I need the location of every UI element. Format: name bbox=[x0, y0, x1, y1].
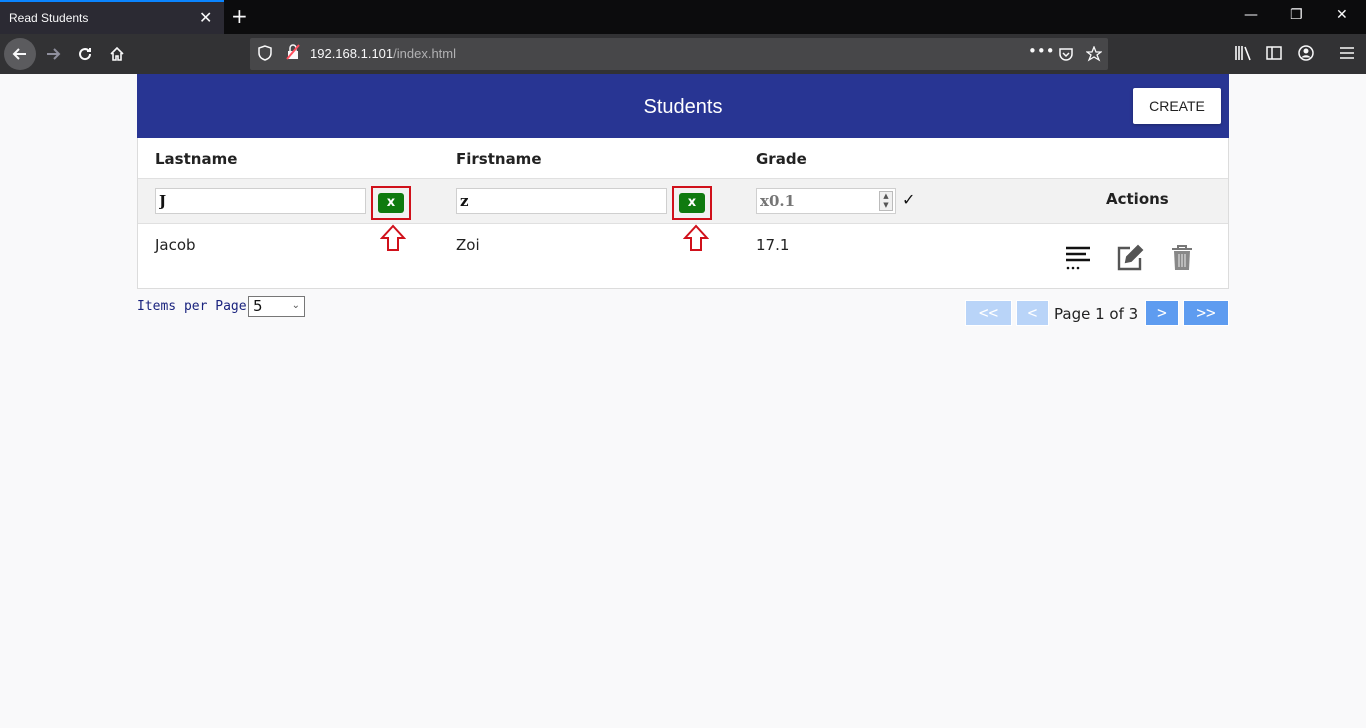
home-icon bbox=[110, 46, 124, 61]
bookmark-star-icon[interactable] bbox=[1086, 46, 1102, 62]
browser-tab[interactable]: Read Students ✕ bbox=[0, 0, 224, 34]
arrow-left-icon bbox=[12, 48, 26, 60]
cell-firstname: Zoi bbox=[456, 236, 480, 254]
column-header-grade[interactable]: Grade bbox=[756, 150, 807, 168]
column-header-lastname[interactable]: Lastname bbox=[155, 150, 237, 168]
delete-icon[interactable] bbox=[1170, 244, 1194, 272]
minimize-button[interactable]: — bbox=[1244, 7, 1258, 23]
restore-button[interactable]: ❐ bbox=[1290, 7, 1303, 23]
page-title: Students bbox=[643, 96, 723, 118]
sidebar-icon[interactable] bbox=[1266, 45, 1282, 61]
edit-icon[interactable] bbox=[1116, 244, 1144, 272]
browser-nav-bar: 192.168.1.101/index.html ••• bbox=[0, 34, 1366, 74]
browser-tab-bar: Read Students ✕ + — ❐ ✕ bbox=[0, 0, 1366, 34]
arrow-up-icon bbox=[683, 224, 709, 251]
reload-button[interactable] bbox=[69, 38, 101, 70]
pocket-icon[interactable] bbox=[1058, 46, 1074, 62]
highlight-box: x bbox=[672, 186, 712, 220]
grade-spinner[interactable]: ▲ ▼ bbox=[879, 191, 893, 211]
cell-lastname: Jacob bbox=[155, 236, 196, 254]
arrow-right-icon bbox=[47, 48, 61, 60]
close-window-button[interactable]: ✕ bbox=[1336, 7, 1348, 23]
next-page-button[interactable]: > bbox=[1145, 300, 1179, 326]
students-app: Students CREATE Lastname Firstname Grade… bbox=[137, 74, 1229, 334]
create-button[interactable]: CREATE bbox=[1133, 88, 1221, 124]
cell-grade: 17.1 bbox=[756, 236, 790, 254]
url-host: 192.168.1.101 bbox=[310, 46, 394, 61]
account-icon[interactable] bbox=[1298, 45, 1314, 61]
tab-title: Read Students bbox=[9, 11, 89, 25]
column-header-actions: Actions bbox=[1106, 190, 1169, 208]
filter-row: x x ▲▼ ✓ Actions bbox=[138, 178, 1228, 224]
more-actions-icon[interactable]: ••• bbox=[1028, 42, 1055, 60]
table-header: Lastname Firstname Grade bbox=[138, 138, 1228, 178]
chevron-down-icon: ⌄ bbox=[291, 300, 300, 311]
table-footer: Items per Page: 5 ⌄ << < Page 1 of 3 > >… bbox=[137, 294, 1229, 334]
back-button[interactable] bbox=[4, 38, 36, 70]
forward-button[interactable] bbox=[37, 38, 69, 70]
items-per-page-value: 5 bbox=[253, 297, 263, 315]
url-path: /index.html bbox=[393, 46, 457, 61]
reload-icon bbox=[79, 48, 92, 61]
url-bar[interactable]: 192.168.1.101/index.html ••• bbox=[250, 38, 1108, 70]
last-page-button[interactable]: >> bbox=[1183, 300, 1229, 326]
grade-filter-input[interactable] bbox=[756, 188, 896, 214]
shield-icon[interactable] bbox=[258, 45, 272, 61]
apply-grade-filter-button[interactable]: ✓ bbox=[902, 190, 915, 209]
app-header: Students CREATE bbox=[137, 74, 1229, 138]
items-per-page-label: Items per Page: bbox=[137, 299, 255, 314]
firstname-filter-input[interactable] bbox=[456, 188, 667, 214]
students-table: Lastname Firstname Grade x x ▲▼ ✓ Action… bbox=[137, 138, 1229, 289]
new-tab-button[interactable]: + bbox=[231, 4, 248, 28]
first-page-button[interactable]: << bbox=[965, 300, 1012, 326]
clear-firstname-button[interactable]: x bbox=[679, 193, 705, 213]
lastname-filter-input[interactable] bbox=[155, 188, 366, 214]
library-icon[interactable] bbox=[1234, 45, 1252, 61]
prev-page-button[interactable]: < bbox=[1016, 300, 1049, 326]
table-row: Jacob Zoi 17.1 bbox=[138, 224, 1228, 288]
highlight-box: x bbox=[371, 186, 411, 220]
items-per-page-select[interactable]: 5 ⌄ bbox=[248, 296, 305, 317]
column-header-firstname[interactable]: Firstname bbox=[456, 150, 542, 168]
url-text[interactable]: 192.168.1.101/index.html bbox=[310, 46, 456, 61]
menu-icon[interactable] bbox=[1339, 45, 1355, 61]
clear-lastname-button[interactable]: x bbox=[378, 193, 404, 213]
tab-close-icon[interactable]: ✕ bbox=[199, 8, 212, 27]
details-icon[interactable] bbox=[1064, 244, 1092, 272]
insecure-lock-icon[interactable] bbox=[286, 44, 300, 60]
home-button[interactable] bbox=[101, 38, 133, 70]
page-indicator: Page 1 of 3 bbox=[1054, 305, 1139, 323]
arrow-up-icon bbox=[380, 224, 406, 251]
